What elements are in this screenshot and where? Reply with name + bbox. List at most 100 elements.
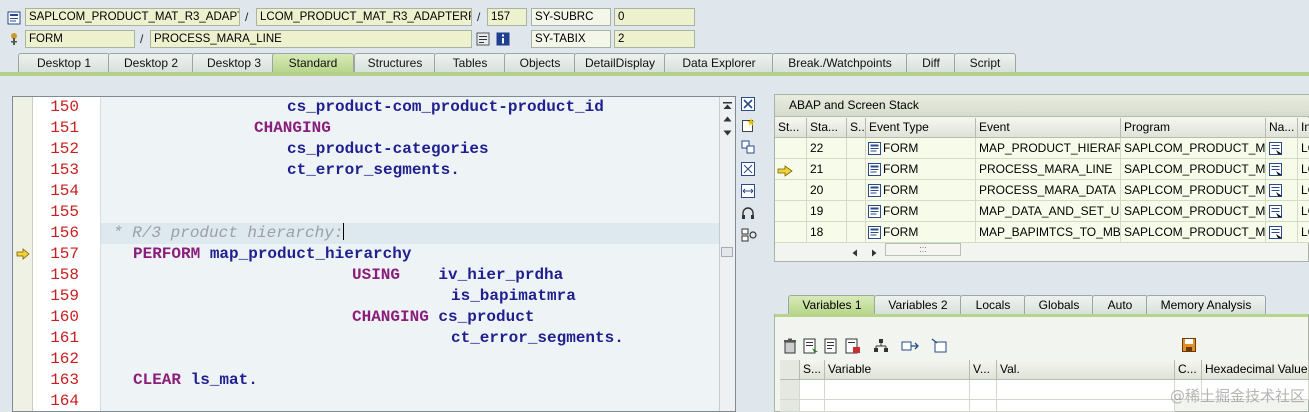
scroll-right-icon[interactable] [871,246,877,260]
column-header[interactable]: S... [800,360,825,380]
stack-row-marker[interactable] [775,180,807,201]
maximize-icon[interactable] [741,162,757,178]
save-icon[interactable] [1182,338,1198,354]
navigate-icon[interactable] [1269,204,1283,221]
stack-level[interactable]: 21 [807,159,847,180]
column-header[interactable]: St... [775,118,807,138]
stack-row-marker[interactable] [775,201,807,222]
variable-value-cell[interactable] [997,400,1175,412]
stack-event-type[interactable]: FORM [866,159,976,180]
services-icon[interactable] [741,206,757,222]
detail-icon[interactable] [803,338,819,354]
navigate-cell[interactable] [1266,159,1298,180]
stack-level[interactable]: 20 [807,180,847,201]
tab-standard[interactable]: Standard [272,53,354,73]
horizontal-scroll-thumb[interactable]: ::: [885,243,961,256]
stack-include[interactable]: LC [1298,222,1309,243]
variable-v-cell[interactable] [970,380,997,400]
stack-row-marker[interactable] [775,159,807,180]
column-header[interactable]: Hexadecimal Value [1202,360,1309,380]
tab-detail-display[interactable]: DetailDisplay [574,53,666,73]
info-icon[interactable] [496,32,510,46]
tab-variables-1[interactable]: Variables 1 [788,295,876,315]
stack-status[interactable] [847,159,866,180]
close-editor-icon[interactable] [741,97,757,113]
tab-desktop-2[interactable]: Desktop 2 [108,53,194,73]
stack-status[interactable] [847,180,866,201]
variable-value-cell[interactable] [997,380,1175,400]
navigate-cell[interactable] [1266,180,1298,201]
delete-icon[interactable] [783,338,799,354]
tab-tables[interactable]: Tables [434,53,506,73]
arrow-tool-icon[interactable] [931,338,947,354]
row-selector[interactable] [780,380,800,400]
stack-level[interactable]: 19 [807,201,847,222]
tab-memory-analysis[interactable]: Memory Analysis [1146,295,1266,315]
variable-name-cell[interactable] [825,400,970,412]
stack-program[interactable]: SAPLCOM_PRODUCT_MA... [1121,201,1266,222]
stack-event-type[interactable]: FORM [866,138,976,159]
display-list-icon[interactable] [476,32,490,46]
column-header[interactable]: Event [976,118,1121,138]
save-variables-icon[interactable] [845,338,861,354]
column-header[interactable]: Sta... [807,118,847,138]
navigate-icon[interactable] [1269,141,1283,158]
tab-desktop-1[interactable]: Desktop 1 [18,53,110,73]
column-header[interactable]: C... [1175,360,1202,380]
tab-objects[interactable]: Objects [504,53,576,73]
tab-desktop-3[interactable]: Desktop 3 [192,53,276,73]
tab-structures[interactable]: Structures [354,53,436,73]
stack-program[interactable]: SAPLCOM_PRODUCT_MA... [1121,138,1266,159]
stack-event[interactable]: MAP_BAPIMTCS_TO_MB... [976,222,1121,243]
navigate-icon[interactable] [1269,183,1283,200]
transfer-icon[interactable] [901,338,919,354]
swap-tool-icon[interactable] [741,140,757,156]
stack-event-type[interactable]: FORM [866,201,976,222]
stack-event-type[interactable]: FORM [866,222,976,243]
column-header[interactable]: Val. [997,360,1175,380]
tab-breakpoints[interactable]: Break./Watchpoints [772,53,908,73]
navigate-cell[interactable] [1266,222,1298,243]
tab-script[interactable]: Script [954,53,1016,73]
stack-status[interactable] [847,138,866,159]
stack-include[interactable]: LC [1298,138,1309,159]
tab-globals[interactable]: Globals [1024,295,1094,315]
column-header[interactable]: Program [1121,118,1266,138]
stack-level[interactable]: 22 [807,138,847,159]
column-header[interactable]: Na... [1266,118,1298,138]
scroll-up-icon[interactable] [723,111,732,125]
tab-auto[interactable]: Auto [1092,295,1148,315]
stack-event[interactable]: PROCESS_MARA_LINE [976,159,1121,180]
navigate-icon[interactable] [1269,162,1283,179]
variable-status-cell[interactable] [800,380,825,400]
row-selector[interactable] [780,400,800,412]
column-header[interactable]: In [1298,118,1309,138]
variable-v-cell[interactable] [970,400,997,412]
tab-locals[interactable]: Locals [960,295,1026,315]
variable-name-cell[interactable] [825,380,970,400]
stack-status[interactable] [847,222,866,243]
column-header[interactable]: Variable [825,360,970,380]
stack-program[interactable]: SAPLCOM_PRODUCT_MA... [1121,159,1266,180]
source-code-editor[interactable]: 150 151 152 153 154 155 156 157 158 159 … [12,96,736,412]
column-header[interactable]: S... [847,118,866,138]
variable-status-cell[interactable] [800,400,825,412]
navigate-icon[interactable] [1269,225,1283,242]
editor-vertical-scrollbar[interactable] [719,97,735,411]
tab-diff[interactable]: Diff [906,53,956,73]
stack-include[interactable]: LC [1298,201,1309,222]
stack-event[interactable]: PROCESS_MARA_DATA [976,180,1121,201]
stack-program[interactable]: SAPLCOM_PRODUCT_MA... [1121,180,1266,201]
stack-include[interactable]: LC [1298,159,1309,180]
list-icon[interactable] [824,338,840,354]
tab-variables-2[interactable]: Variables 2 [874,295,962,315]
settings-icon[interactable] [741,228,757,244]
scroll-left-icon[interactable] [852,246,858,260]
stack-row-marker[interactable] [775,222,807,243]
tab-data-explorer[interactable]: Data Explorer [664,53,774,73]
new-tool-icon[interactable] [741,118,757,134]
column-header[interactable]: Event Type [866,118,976,138]
column-header[interactable]: V... [970,360,997,380]
stack-include[interactable]: LC [1298,180,1309,201]
resize-icon[interactable] [741,184,757,200]
